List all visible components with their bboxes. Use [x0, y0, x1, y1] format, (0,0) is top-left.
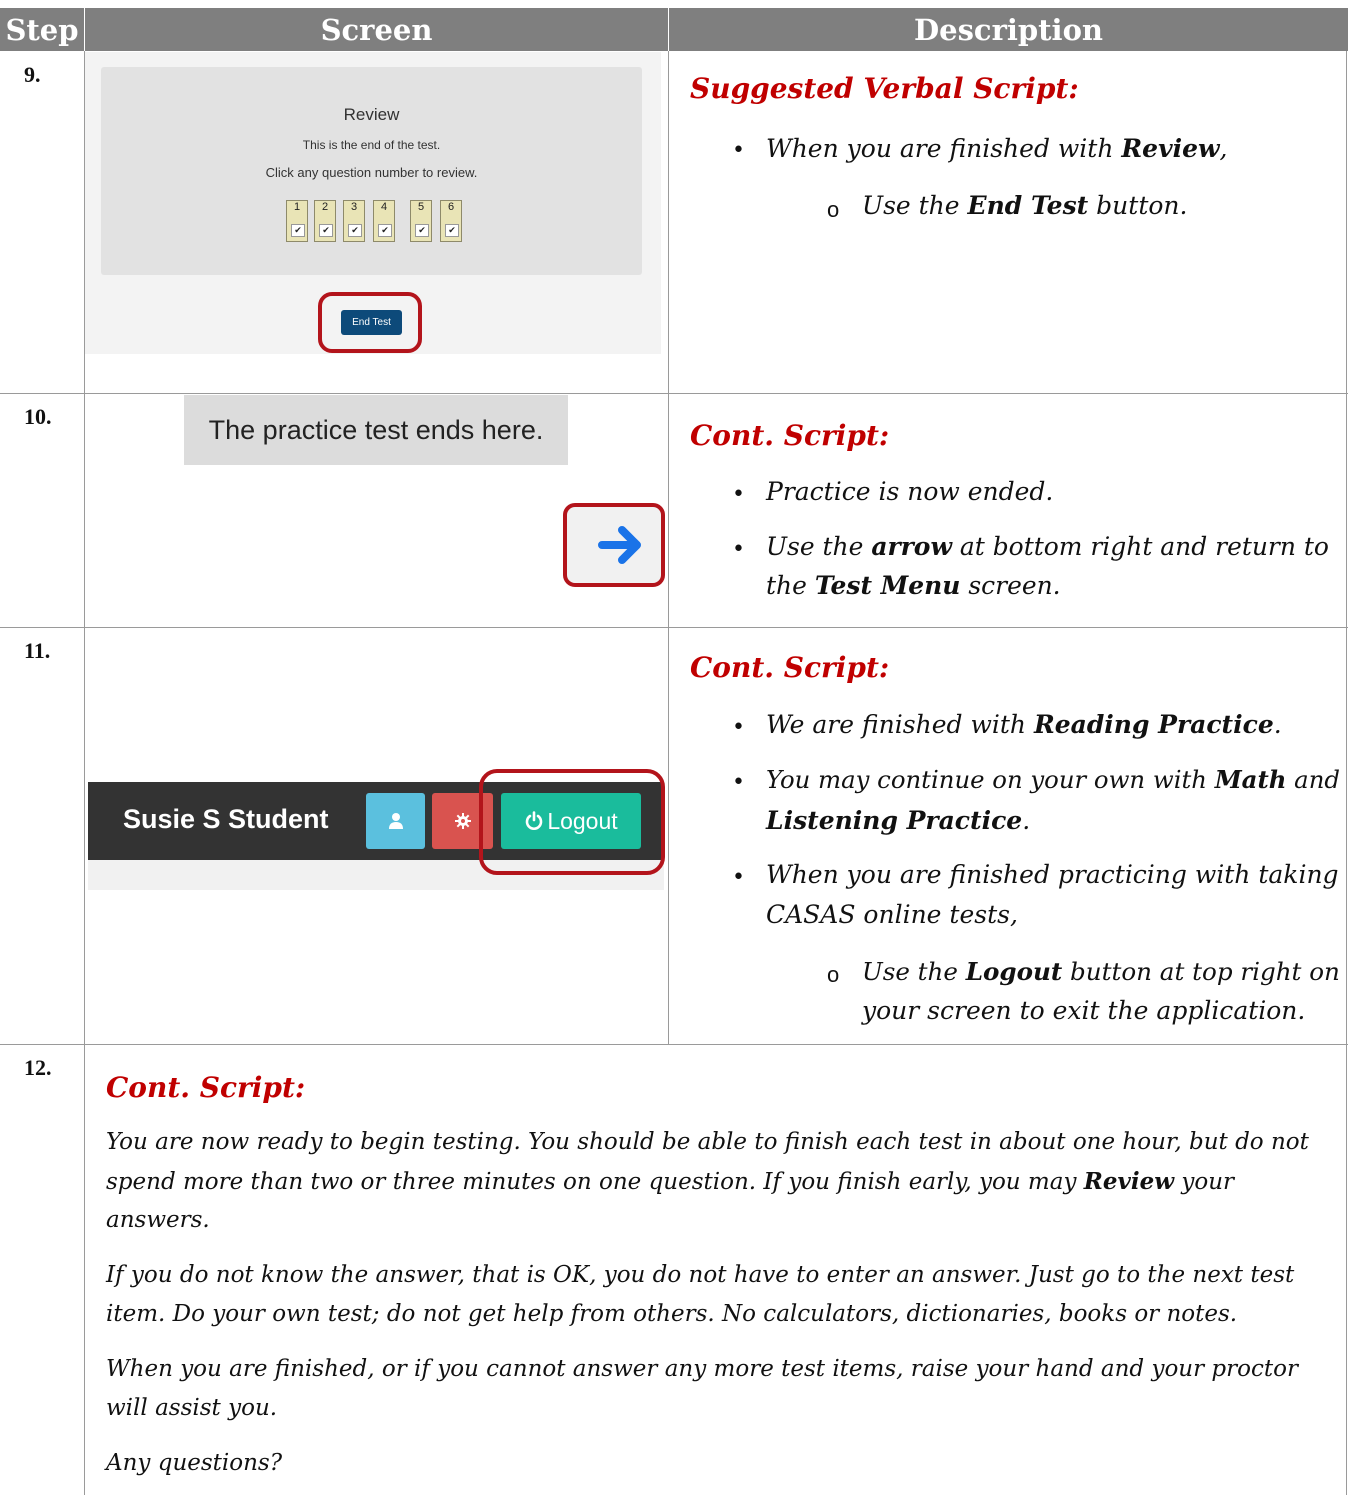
- bullet: •: [732, 865, 745, 890]
- header-step: Step: [0, 8, 84, 51]
- profile-button[interactable]: [366, 793, 425, 849]
- paragraph-line: will assist you.: [106, 1395, 278, 1421]
- highlight-box: [318, 292, 422, 353]
- question-number: 1: [293, 201, 301, 213]
- check-icon: ✔: [348, 224, 362, 237]
- script-subline: your screen to exit the application.: [862, 996, 1306, 1025]
- script-line: When you are finished with Review,: [766, 134, 1228, 163]
- question-box-5[interactable]: 5 ✔: [410, 200, 432, 242]
- bullet: •: [732, 482, 745, 507]
- question-box-4[interactable]: 4 ✔: [373, 200, 395, 242]
- gear-icon: [454, 813, 471, 829]
- question-box-6[interactable]: 6 ✔: [440, 200, 462, 242]
- review-line-1: This is the end of the test.: [302, 138, 441, 152]
- script-heading: Suggested Verbal Script:: [690, 72, 1079, 105]
- paragraph-line: item. Do your own test; do not get help …: [106, 1301, 1238, 1327]
- grid-line: [0, 393, 1348, 394]
- question-number: 6: [447, 201, 455, 213]
- bullet: •: [732, 770, 745, 795]
- script-line: We are finished with Reading Practice.: [766, 710, 1282, 739]
- paragraph-line: spend more than two or three minutes on …: [106, 1168, 1235, 1195]
- question-box-3[interactable]: 3 ✔: [343, 200, 365, 242]
- highlight-box: [479, 769, 665, 875]
- script-subline: Use the Logout button at top right on: [862, 957, 1340, 986]
- grid-line: [668, 51, 669, 1044]
- step-number: 11.: [24, 638, 51, 663]
- bullet: •: [732, 715, 745, 740]
- step-number: 9.: [24, 62, 41, 87]
- script-subline: Use the End Test button.: [862, 191, 1188, 220]
- step-number: 12.: [24, 1055, 52, 1080]
- user-icon: [388, 813, 403, 829]
- step-number: 10.: [24, 404, 52, 429]
- script-line: When you are finished practicing with ta…: [766, 860, 1339, 889]
- arrow-right-icon: [598, 526, 641, 564]
- review-title: Review: [343, 105, 400, 124]
- header-screen: Screen: [85, 8, 668, 51]
- script-line: Practice is now ended.: [766, 477, 1054, 506]
- paragraph-line: If you do not know the answer, that is O…: [106, 1262, 1295, 1288]
- question-number: 4: [380, 201, 388, 213]
- script-line: Use the arrow at bottom right and return…: [766, 532, 1329, 600]
- paragraph-line: answers.: [106, 1207, 210, 1233]
- question-number: 2: [321, 201, 329, 213]
- sub-bullet: o: [827, 962, 840, 987]
- grid-line: [1346, 51, 1347, 1495]
- script-heading: Cont. Script:: [690, 419, 890, 452]
- question-number: 3: [350, 201, 358, 213]
- check-icon: ✔: [445, 224, 459, 237]
- script-line: CASAS online tests,: [766, 900, 1018, 929]
- practice-end-banner: The practice test ends here.: [184, 395, 568, 465]
- question-box-2[interactable]: 2 ✔: [314, 200, 336, 242]
- header-description: Description: [669, 8, 1348, 51]
- paragraph-line: You are now ready to begin testing. You …: [106, 1129, 1309, 1155]
- user-name: Susie S Student: [123, 804, 329, 834]
- review-line-2: Click any question number to review.: [265, 165, 478, 180]
- check-icon: ✔: [291, 224, 305, 237]
- script-line: You may continue on your own with Math a…: [766, 765, 1340, 794]
- script-heading: Cont. Script:: [690, 651, 890, 684]
- grid-line: [0, 627, 1348, 628]
- check-icon: ✔: [319, 224, 333, 237]
- check-icon: ✔: [415, 224, 429, 237]
- paragraph-line: When you are finished, or if you cannot …: [106, 1356, 1298, 1382]
- question-box-1[interactable]: 1 ✔: [286, 200, 308, 242]
- question-number: 5: [417, 201, 425, 213]
- paragraph-line: Any questions?: [106, 1450, 283, 1476]
- check-icon: ✔: [378, 224, 392, 237]
- bullet: •: [732, 537, 745, 562]
- sub-bullet: o: [827, 197, 840, 222]
- script-heading: Cont. Script:: [106, 1071, 306, 1104]
- next-arrow-button[interactable]: [563, 503, 665, 587]
- grid-line: [0, 1044, 1348, 1045]
- bullet: •: [732, 138, 745, 163]
- script-line: Listening Practice.: [766, 806, 1031, 835]
